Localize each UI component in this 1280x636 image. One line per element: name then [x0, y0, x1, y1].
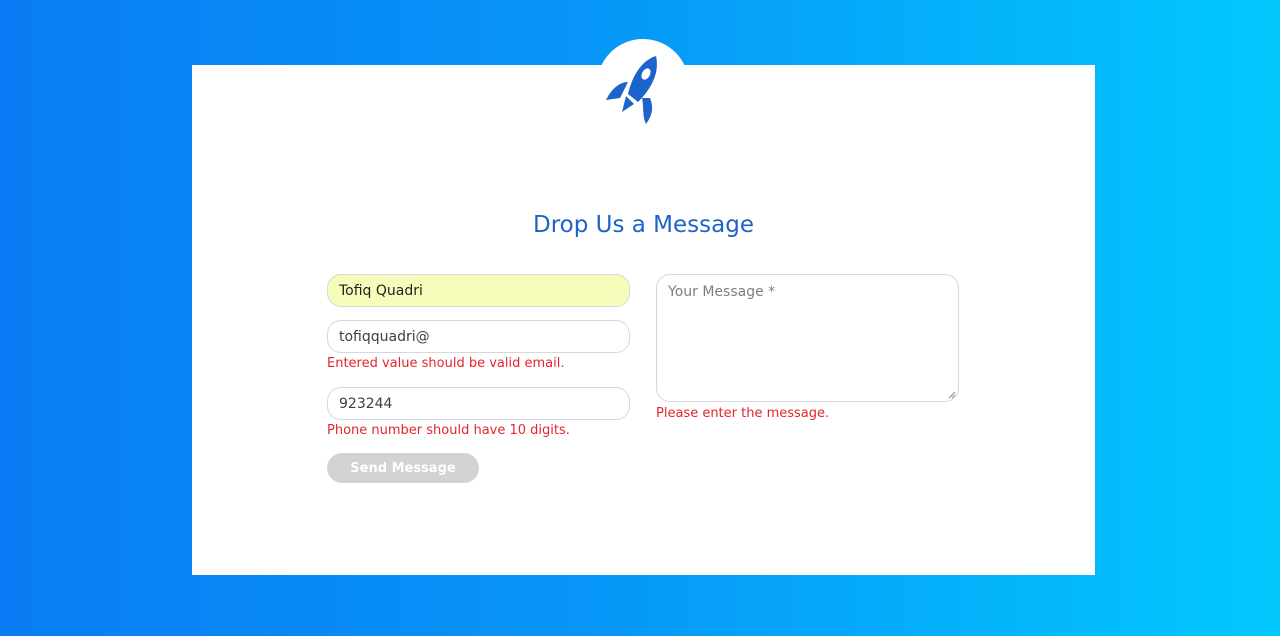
phone-value: 923244: [339, 395, 393, 412]
page-title: Drop Us a Message: [533, 212, 754, 239]
contact-card: [192, 65, 1095, 575]
rocket-icon: [606, 56, 657, 124]
email-field[interactable]: tofiqquadri@: [327, 320, 630, 353]
message-error: Please enter the message.: [656, 406, 830, 421]
send-message-button[interactable]: Send Message: [327, 453, 479, 483]
phone-error: Phone number should have 10 digits.: [327, 423, 570, 438]
name-value: Tofiq Quadri: [339, 282, 423, 299]
phone-field[interactable]: 923244: [327, 387, 630, 420]
resize-grip-icon[interactable]: [948, 391, 956, 399]
email-error: Entered value should be valid email.: [327, 356, 565, 371]
message-placeholder: Your Message *: [668, 284, 776, 300]
email-value: tofiqquadri@: [339, 328, 430, 345]
name-field[interactable]: Tofiq Quadri: [327, 274, 630, 307]
message-textarea[interactable]: Your Message *: [656, 274, 959, 402]
